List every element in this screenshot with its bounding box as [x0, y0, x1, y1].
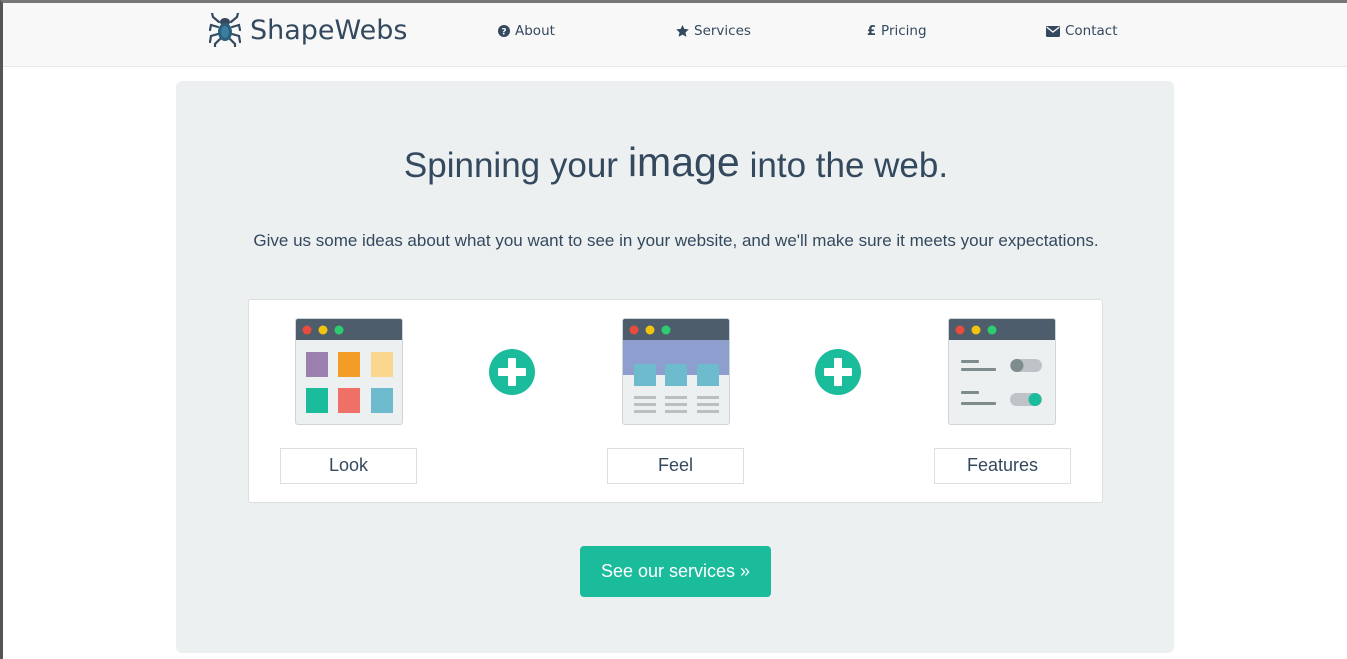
svg-text:?: ?	[501, 27, 506, 37]
features-label: Features	[934, 448, 1071, 484]
nav-services[interactable]: Services	[676, 23, 751, 39]
nav-services-label: Services	[694, 23, 751, 39]
see-our-services-button[interactable]: See our services »	[580, 546, 771, 597]
brand-name: ShapeWebs	[250, 14, 408, 46]
brand-link[interactable]: ShapeWebs	[209, 13, 407, 47]
feel-label: Feel	[607, 448, 744, 484]
hero-headline: Spinning your image into the web.	[0, 139, 1347, 187]
nav-pricing-label: Pricing	[881, 23, 927, 39]
spider-icon	[209, 13, 241, 47]
features-window-icon	[948, 318, 1056, 425]
nav-contact-label: Contact	[1065, 23, 1118, 39]
envelope-icon	[1046, 25, 1060, 37]
headline-accent: image	[627, 139, 740, 185]
plus-circle-icon	[489, 349, 535, 395]
plus-circle-icon	[815, 349, 861, 395]
nav-about-label: About	[515, 23, 555, 39]
feel-window-icon	[622, 318, 730, 425]
look-window-icon	[295, 318, 403, 425]
star-icon	[676, 25, 689, 37]
navbar: ShapeWebs ? About Services £ Pricing Con…	[3, 3, 1347, 67]
nav-about[interactable]: ? About	[498, 23, 555, 39]
pound-sign-icon: £	[867, 23, 877, 39]
look-label: Look	[280, 448, 417, 484]
headline-before: Spinning your	[403, 146, 618, 185]
nav-contact[interactable]: Contact	[1046, 23, 1118, 39]
headline-after: into the web.	[749, 146, 949, 185]
question-circle-icon: ?	[498, 25, 510, 37]
hero-subtitle: Give us some ideas about what you want t…	[253, 231, 1099, 250]
nav-pricing[interactable]: £ Pricing	[867, 23, 927, 39]
